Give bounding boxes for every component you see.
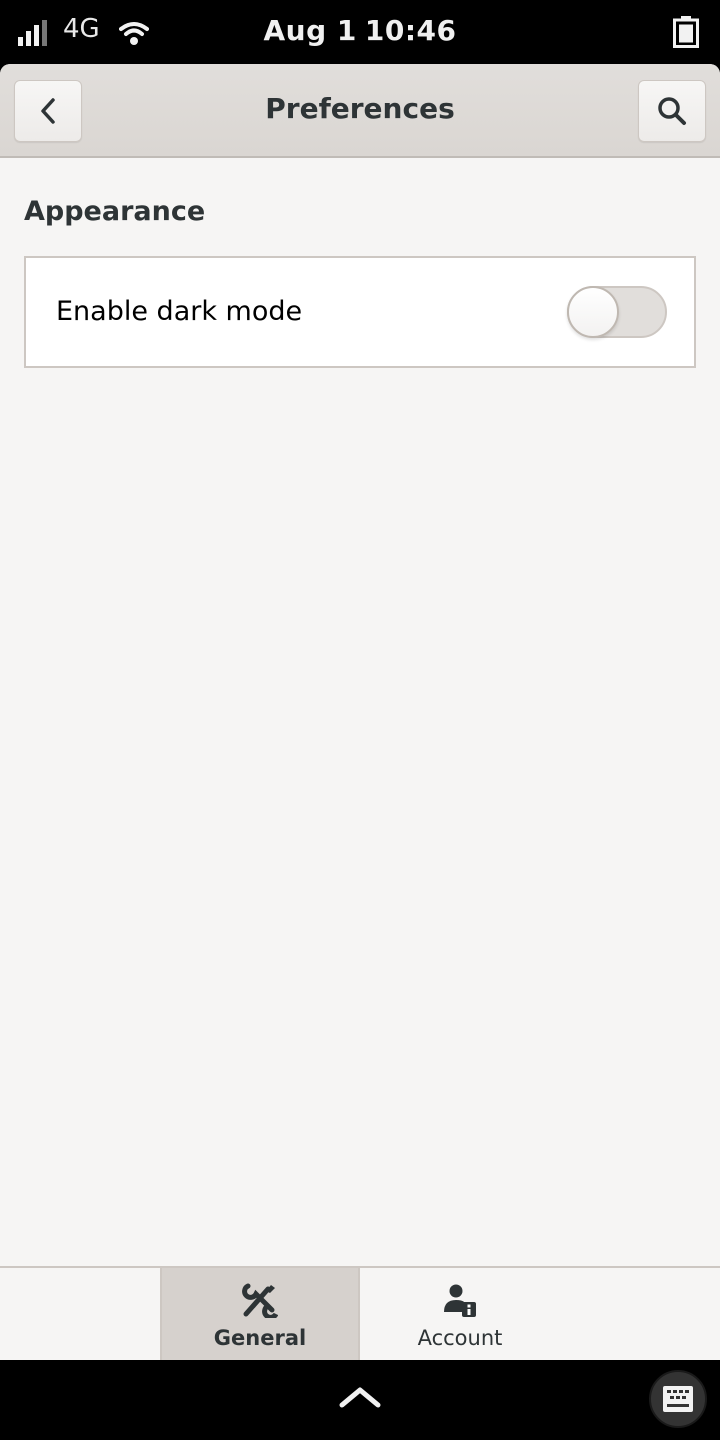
app-window: Preferences Appearance Enable dark mode [0,64,720,1360]
tab-general[interactable]: General [160,1268,360,1360]
chevron-up-icon[interactable] [338,1384,382,1410]
page-title: Preferences [265,92,455,125]
battery-icon [673,16,699,48]
search-button[interactable] [638,80,706,142]
view-switcher: General Account [0,1266,720,1360]
switch-knob[interactable] [567,286,619,338]
tab-general-label: General [213,1326,307,1350]
appearance-list: Enable dark mode [24,256,696,368]
header-bar: Preferences [0,64,720,158]
system-nav-bar [0,1360,720,1440]
search-icon [658,97,686,125]
keyboard-button[interactable] [649,1370,707,1428]
clock: Aug 1 10:46 [0,14,720,47]
status-bar: 4G Aug 1 10:46 [0,0,720,64]
section-title-appearance: Appearance [24,196,206,227]
tools-icon [242,1283,278,1318]
dark-mode-label: Enable dark mode [56,296,303,327]
tab-account[interactable]: Account [360,1268,560,1360]
keyboard-icon [663,1386,693,1412]
date: Aug 1 [263,14,357,47]
tab-account-label: Account [417,1326,503,1350]
user-info-icon [444,1284,476,1317]
time: 10:46 [364,14,457,47]
dark-mode-switch[interactable] [567,286,667,338]
